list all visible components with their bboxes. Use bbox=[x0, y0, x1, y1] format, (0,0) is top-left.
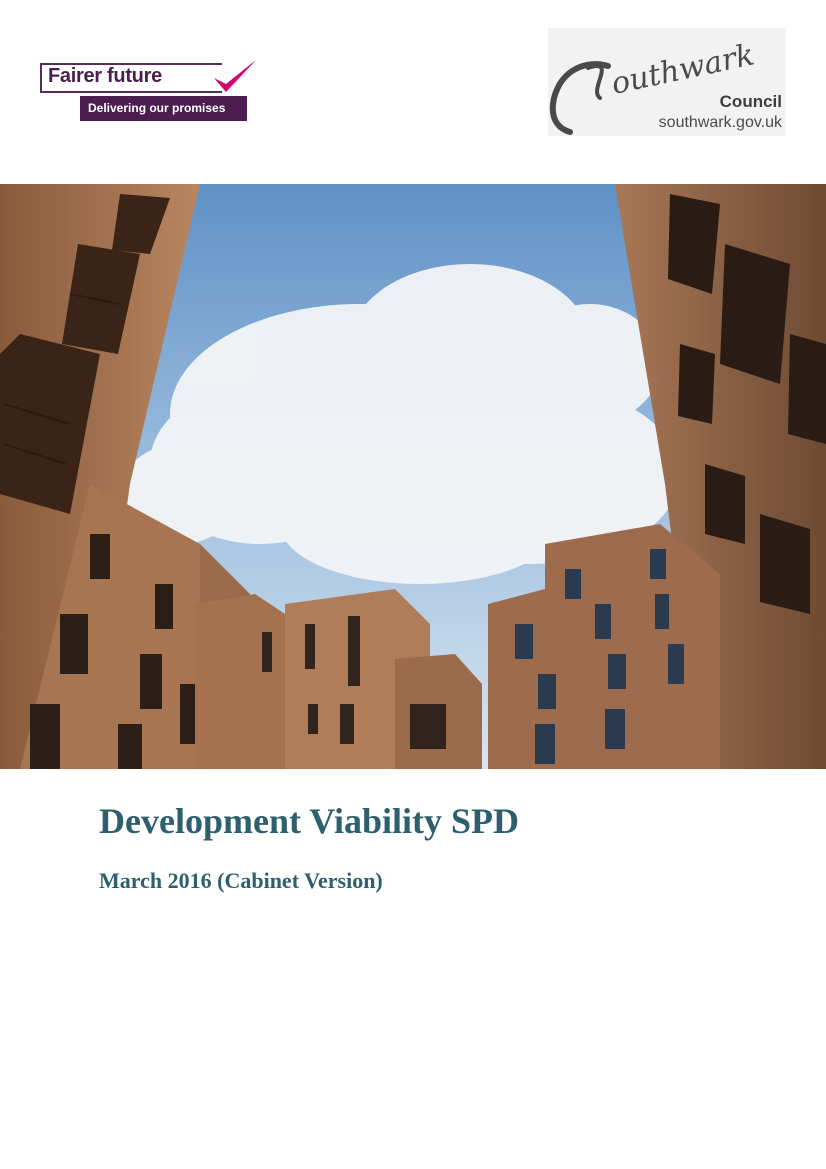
document-subtitle: March 2016 (Cabinet Version) bbox=[99, 868, 383, 893]
fairer-future-title: Fairer future bbox=[48, 65, 162, 87]
cover-photo-image bbox=[0, 184, 826, 769]
southwark-council-logo: outhwark Council southwark.gov.uk bbox=[548, 28, 786, 136]
document-title: Development Viability SPD bbox=[99, 801, 519, 841]
fairer-future-tagline: Delivering our promises bbox=[88, 101, 226, 115]
cover-photo bbox=[0, 184, 826, 769]
southwark-url: southwark.gov.uk bbox=[658, 114, 782, 131]
checkmark-icon bbox=[214, 60, 256, 92]
fairer-future-logo: Fairer future Delivering our promises bbox=[40, 58, 256, 124]
southwark-council-label: Council bbox=[719, 92, 782, 111]
